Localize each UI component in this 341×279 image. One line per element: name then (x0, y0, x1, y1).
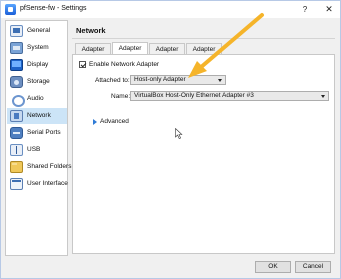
shared-folders-icon (10, 161, 23, 173)
general-icon (10, 25, 23, 37)
sidebar-item-system[interactable]: System (7, 40, 67, 56)
sidebar-item-label: Network (27, 112, 51, 119)
adapter-tab-panel: Enable Network Adapter Attached to: Host… (72, 54, 335, 254)
sidebar-item-label: Display (27, 61, 49, 68)
chevron-down-icon (218, 79, 222, 82)
chevron-down-icon (321, 95, 325, 98)
close-button[interactable]: ✕ (322, 3, 336, 16)
adapter-name-select[interactable]: VirtualBox Host-Only Ethernet Adapter #3 (130, 91, 329, 101)
ok-button[interactable]: OK (255, 261, 291, 273)
name-label: Name: (111, 93, 131, 100)
cancel-button[interactable]: Cancel (295, 261, 331, 273)
sidebar-item-label: User Interface (27, 180, 68, 187)
sidebar-item-display[interactable]: Display (7, 57, 67, 73)
attached-to-value: Host-only Adapter (134, 76, 186, 83)
system-icon (10, 42, 23, 54)
sidebar-item-label: Shared Folders (27, 163, 72, 170)
sidebar-item-network[interactable]: Network (7, 108, 67, 124)
sidebar-item-audio[interactable]: Audio (7, 91, 67, 107)
settings-sidebar: General System Display Storage Audio Net… (5, 20, 71, 256)
mouse-cursor-icon (175, 128, 183, 139)
settings-main-panel: Network Adapter 1 Adapter 2 Adapter 3 Ad… (72, 20, 335, 256)
title-divider (72, 38, 335, 39)
sidebar-item-shared-folders[interactable]: Shared Folders (7, 159, 71, 175)
sidebar-item-general[interactable]: General (7, 23, 67, 39)
sidebar-item-label: Serial Ports (27, 129, 61, 136)
sidebar-item-storage[interactable]: Storage (7, 74, 67, 90)
page-title: Network (76, 26, 106, 35)
title-bar: pfSense-fw - Settings ? ✕ (1, 1, 340, 18)
window-title: pfSense-fw - Settings (20, 5, 87, 12)
sidebar-item-label: USB (27, 146, 41, 153)
sidebar-item-label: System (27, 44, 49, 51)
sidebar-item-serial-ports[interactable]: Serial Ports (7, 125, 67, 141)
serial-ports-icon (10, 127, 23, 139)
sidebar-item-label: Audio (27, 95, 44, 102)
enable-adapter-checkbox[interactable] (79, 61, 86, 68)
network-icon (10, 110, 23, 122)
sidebar-item-user-interface[interactable]: User Interface (7, 176, 68, 192)
storage-icon (10, 76, 23, 88)
settings-window: pfSense-fw - Settings ? ✕ General System… (0, 0, 341, 279)
usb-icon (10, 144, 23, 156)
expand-arrow-icon[interactable] (93, 119, 97, 125)
display-icon (10, 59, 23, 71)
adapter-name-value: VirtualBox Host-Only Ethernet Adapter #3 (134, 92, 254, 99)
enable-adapter-label: Enable Network Adapter (89, 61, 160, 68)
advanced-toggle[interactable]: Advanced (100, 118, 129, 125)
attached-to-label: Attached to: (95, 77, 130, 84)
virtualbox-app-icon (5, 4, 16, 15)
help-button[interactable]: ? (298, 3, 312, 16)
sidebar-item-usb[interactable]: USB (7, 142, 67, 158)
audio-icon (10, 93, 25, 107)
sidebar-item-label: General (27, 27, 51, 34)
attached-to-select[interactable]: Host-only Adapter (130, 75, 226, 85)
user-interface-icon (10, 178, 23, 190)
sidebar-item-label: Storage (27, 78, 50, 85)
